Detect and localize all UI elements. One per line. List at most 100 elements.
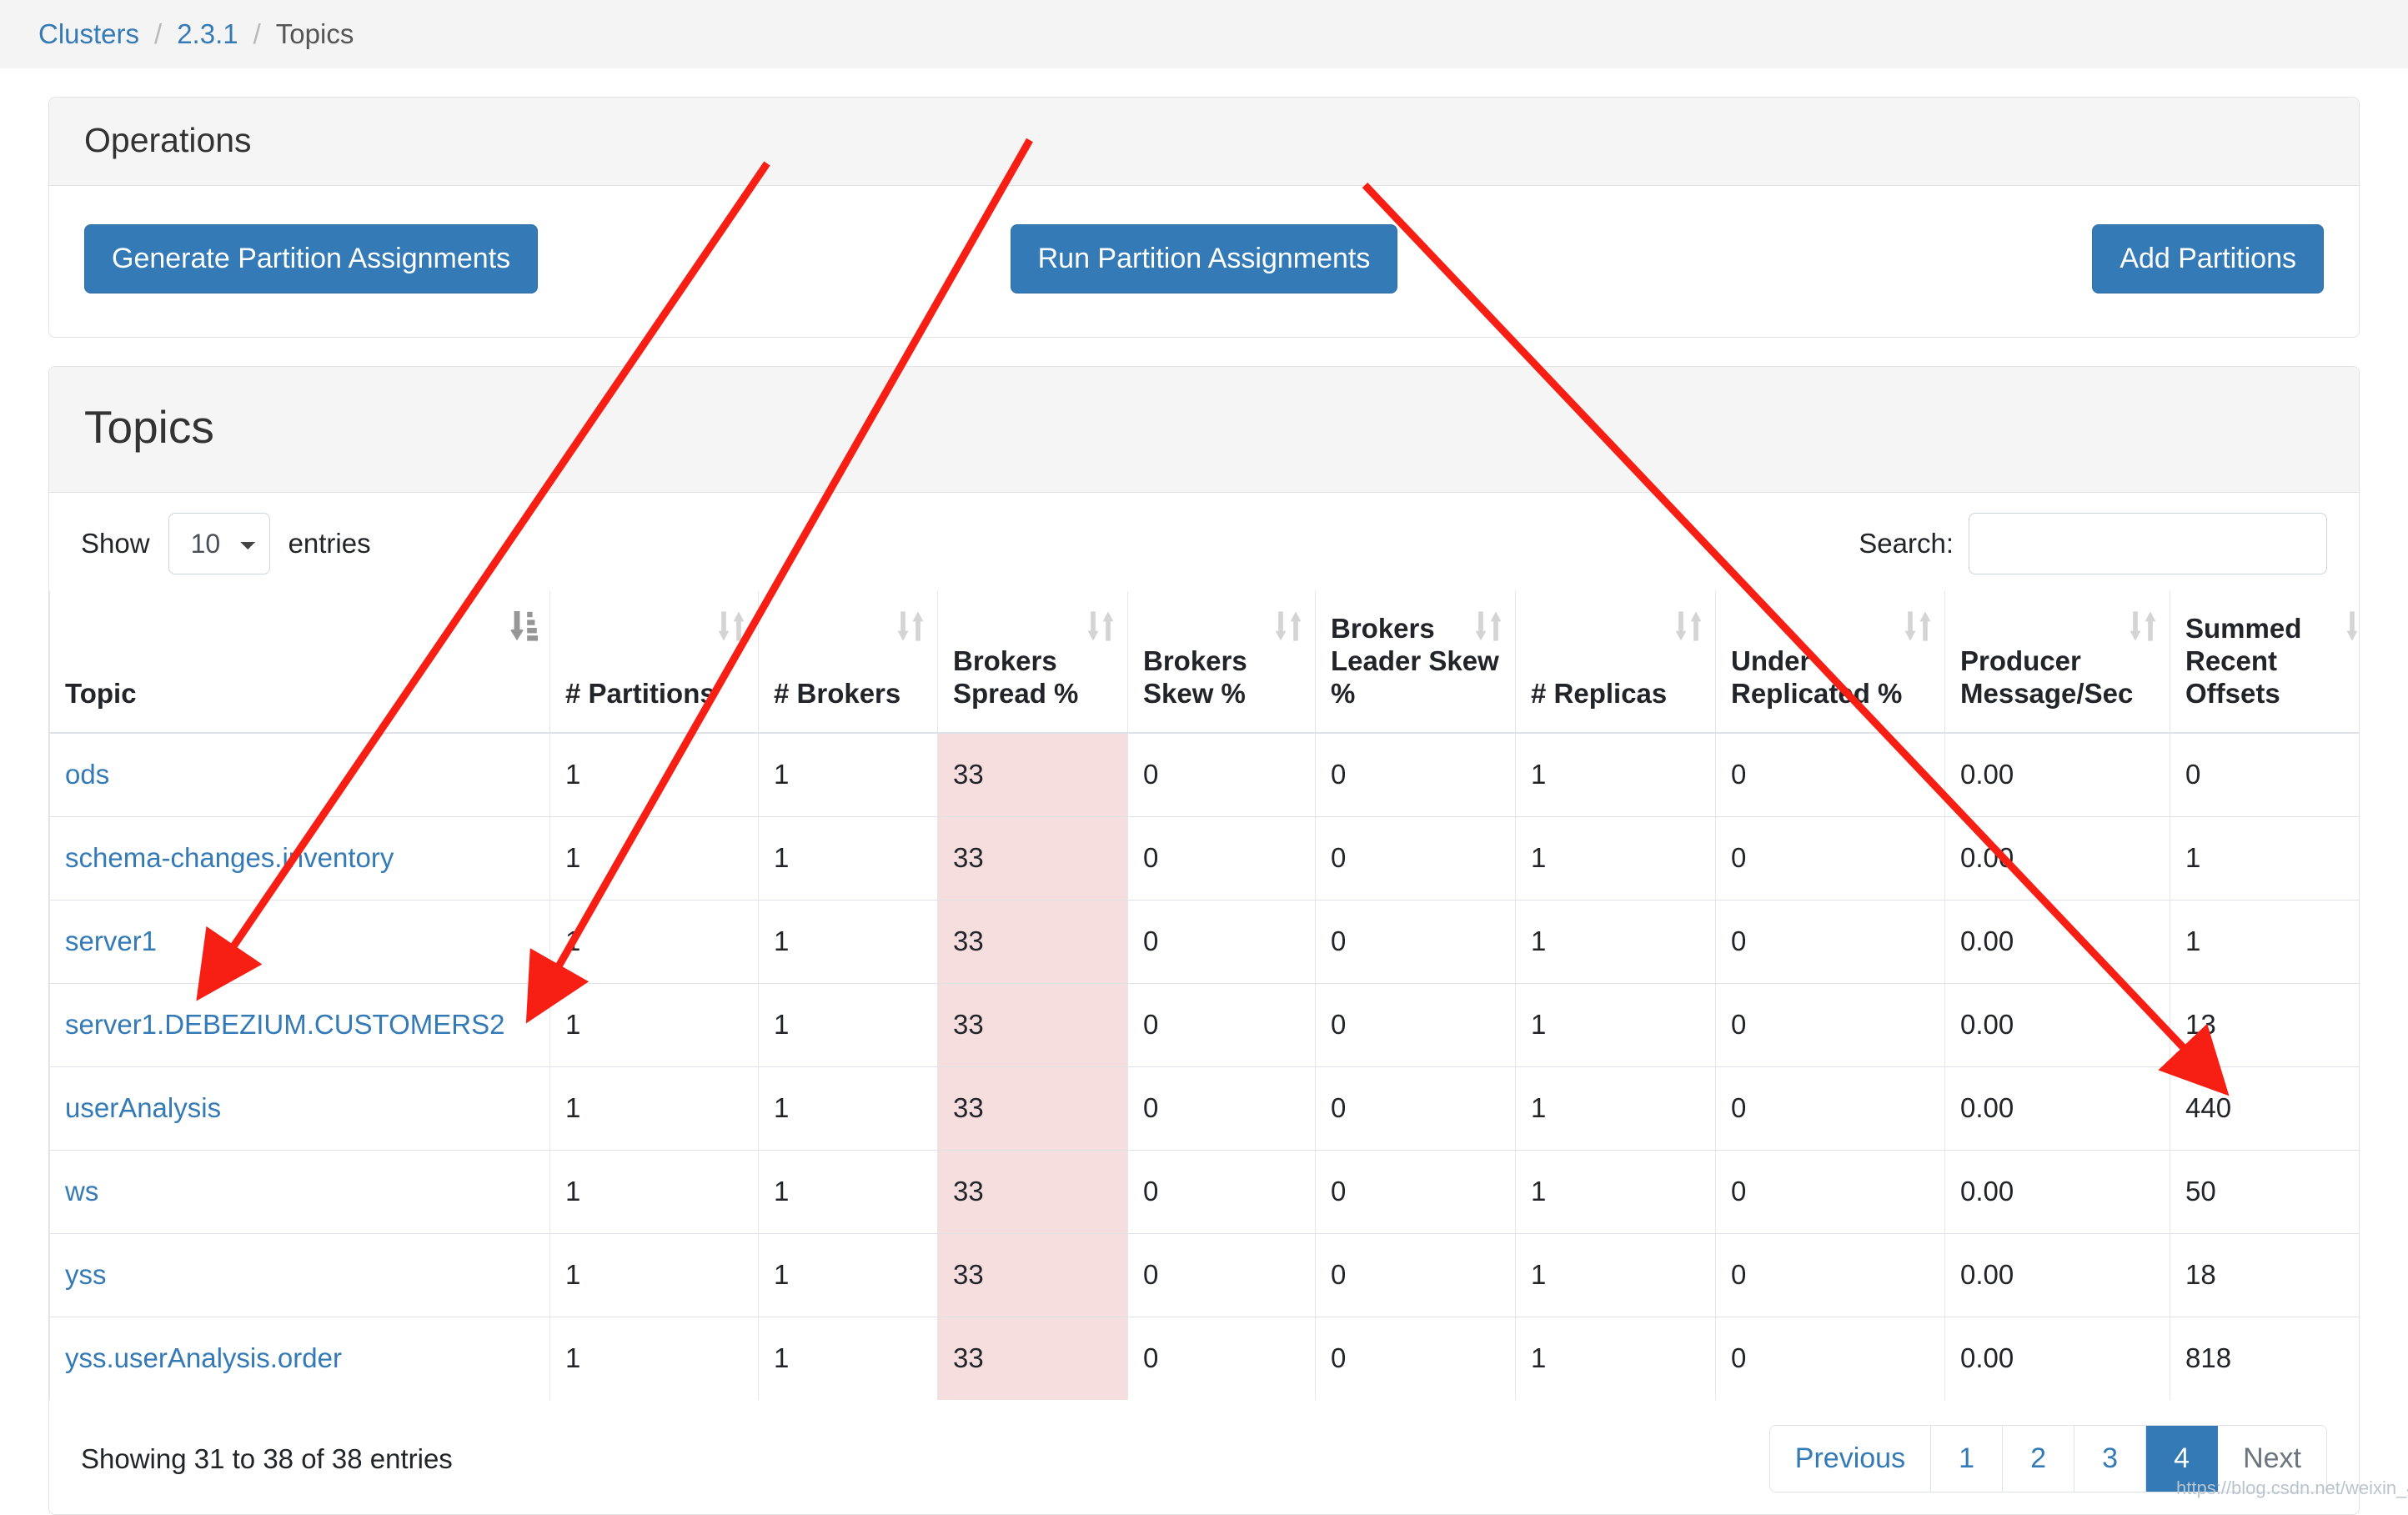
cell-summed-recent-offsets: 13 (2170, 982, 2359, 1067)
topic-link[interactable]: ws (65, 1176, 98, 1206)
cell-producer-message-sec: 0.00 (1944, 982, 2170, 1067)
column-header-brokers-spread[interactable]: Brokers Spread % (937, 591, 1128, 735)
topic-link[interactable]: ods (65, 759, 109, 790)
pagination-page-1[interactable]: 1 (1931, 1426, 2004, 1492)
breadcrumb-item-clusters[interactable]: Clusters (38, 18, 139, 50)
pagination-previous[interactable]: Previous (1769, 1426, 1932, 1492)
cell-brokers-spread: 33 (937, 899, 1128, 984)
entries-per-page-select[interactable]: 102550100 (168, 513, 270, 575)
add-partitions-button[interactable]: Add Partitions (2092, 224, 2324, 294)
sort-updown-icon (1904, 610, 1933, 643)
cell-under-replicated: 0 (1715, 1149, 1945, 1234)
cell-producer-message-sec: 0.00 (1944, 815, 2170, 900)
column-header-brokers[interactable]: # Brokers (758, 591, 938, 735)
cell-replicas: 1 (1515, 1149, 1716, 1234)
topic-link[interactable]: userAnalysis (65, 1092, 221, 1123)
topics-table-head: Topic # Partitions # Brokers Brokers Spr… (49, 591, 2359, 735)
cell-producer-message-sec: 0.00 (1944, 1316, 2170, 1401)
operations-card-header: Operations (49, 98, 2359, 186)
cell-brokers-skew: 0 (1127, 899, 1316, 984)
pagination-page-2[interactable]: 2 (2003, 1426, 2075, 1492)
sort-updown-icon (1087, 610, 1116, 643)
column-header-brokers-leader-skew[interactable]: Brokers Leader Skew % (1315, 591, 1516, 735)
cell-producer-message-sec: 0.00 (1944, 899, 2170, 984)
cell-brokers: 1 (758, 982, 938, 1067)
column-header-topic-label: Topic (65, 678, 137, 710)
cell-partitions: 1 (549, 1232, 759, 1317)
cell-producer-message-sec: 0.00 (1944, 1149, 2170, 1234)
column-header-brokers-skew-label: Brokers Skew % (1143, 645, 1247, 710)
pagination-page-3[interactable]: 3 (2074, 1426, 2147, 1492)
topic-link[interactable]: schema-changes.inventory (65, 842, 394, 873)
table-row: yss.userAnalysis.order 1 1 33 0 0 1 0 0.… (49, 1316, 2359, 1401)
column-header-under-replicated[interactable]: Under Replicated % (1715, 591, 1945, 735)
topic-link[interactable]: yss.userAnalysis.order (65, 1342, 342, 1373)
cell-brokers-skew: 0 (1127, 815, 1316, 900)
cell-brokers-skew: 0 (1127, 1149, 1316, 1234)
column-header-topic[interactable]: Topic (49, 591, 550, 735)
topics-table: Topic # Partitions # Brokers Brokers Spr… (49, 591, 2359, 1401)
cell-brokers-skew: 0 (1127, 1232, 1316, 1317)
cell-summed-recent-offsets: 440 (2170, 1066, 2359, 1151)
cell-brokers-spread: 33 (937, 1232, 1128, 1317)
sort-updown-icon (2346, 610, 2359, 643)
cell-leader-skew: 0 (1315, 1066, 1516, 1151)
cell-under-replicated: 0 (1715, 1066, 1945, 1151)
column-header-brokers-skew[interactable]: Brokers Skew % (1127, 591, 1316, 735)
cell-partitions: 1 (549, 982, 759, 1067)
datatable-controls: Show 102550100 entries Search: (49, 493, 2359, 591)
cell-summed-recent-offsets: 1 (2170, 899, 2359, 984)
cell-topic: server1.DEBEZIUM.CUSTOMERS2 (49, 982, 550, 1067)
cell-replicas: 1 (1515, 982, 1716, 1067)
column-header-partitions-label: # Partitions (565, 678, 715, 710)
cell-brokers: 1 (758, 732, 938, 817)
column-header-partitions[interactable]: # Partitions (549, 591, 759, 735)
cell-replicas: 1 (1515, 899, 1716, 984)
datatable-footer: Showing 31 to 38 of 38 entries Previous … (49, 1400, 2359, 1514)
cell-brokers: 1 (758, 1232, 938, 1317)
column-header-producer-message-sec-label: Producer Message/Sec (1960, 645, 2134, 710)
topics-card-body: Show 102550100 entries Search: (49, 493, 2359, 1514)
cell-summed-recent-offsets: 0 (2170, 732, 2359, 817)
cell-producer-message-sec: 0.00 (1944, 1232, 2170, 1317)
table-row: server1.DEBEZIUM.CUSTOMERS2 1 1 33 0 0 1… (49, 982, 2359, 1067)
cell-under-replicated: 0 (1715, 1232, 1945, 1317)
breadcrumb-item-cluster-version[interactable]: 2.3.1 (177, 18, 238, 50)
cell-topic: userAnalysis (49, 1066, 550, 1151)
sort-updown-icon (1275, 610, 1303, 643)
column-header-brokers-leader-skew-label: Brokers Leader Skew % (1331, 613, 1499, 710)
column-header-replicas-label: # Replicas (1531, 678, 1668, 710)
cell-summed-recent-offsets: 18 (2170, 1232, 2359, 1317)
search-input[interactable] (1969, 513, 2327, 575)
column-header-producer-message-sec[interactable]: Producer Message/Sec (1944, 591, 2170, 735)
column-header-summed-recent-offsets[interactable]: Summed Recent Offsets (2170, 591, 2359, 735)
sort-updown-icon (1675, 610, 1703, 643)
breadcrumb-separator: / (253, 18, 261, 49)
cell-brokers: 1 (758, 899, 938, 984)
cell-replicas: 1 (1515, 815, 1716, 900)
table-row: ods 1 1 33 0 0 1 0 0.00 0 (49, 732, 2359, 817)
column-header-replicas[interactable]: # Replicas (1515, 591, 1716, 735)
table-row: server1 1 1 33 0 0 1 0 0.00 1 (49, 899, 2359, 984)
cell-under-replicated: 0 (1715, 1316, 1945, 1401)
run-partition-assignments-button[interactable]: Run Partition Assignments (1010, 224, 1398, 294)
cell-brokers: 1 (758, 1066, 938, 1151)
cell-partitions: 1 (549, 1316, 759, 1401)
topic-link[interactable]: yss (65, 1259, 107, 1290)
topic-link[interactable]: server1.DEBEZIUM.CUSTOMERS2 (65, 1009, 504, 1040)
sort-updown-icon (1475, 610, 1503, 643)
cell-partitions: 1 (549, 1066, 759, 1151)
show-label: Show (81, 528, 150, 559)
cell-replicas: 1 (1515, 1232, 1716, 1317)
cell-leader-skew: 0 (1315, 815, 1516, 900)
cell-partitions: 1 (549, 899, 759, 984)
operations-card: Operations Generate Partition Assignment… (48, 97, 2360, 339)
operations-col-left: Generate Partition Assignments (84, 224, 830, 294)
cell-under-replicated: 0 (1715, 899, 1945, 984)
cell-summed-recent-offsets: 50 (2170, 1149, 2359, 1234)
generate-partition-assignments-button[interactable]: Generate Partition Assignments (84, 224, 539, 294)
cell-brokers-spread: 33 (937, 1316, 1128, 1401)
breadcrumb-item-topics: Topics (275, 18, 354, 49)
topic-link[interactable]: server1 (65, 926, 157, 956)
cell-topic: server1 (49, 899, 550, 984)
